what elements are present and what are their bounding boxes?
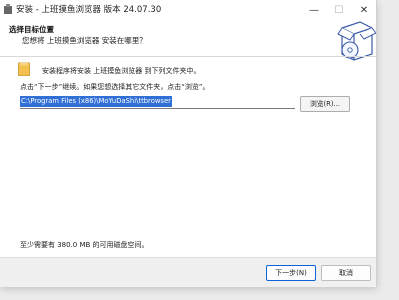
disk-space-text: 至少需要有 380.0 MB 的可用磁盘空间。: [20, 241, 149, 249]
installer-window: 安装 - 上班摸鱼浏览器 版本 24.07.30 — ☐ ✕ 选择目标位置 您想…: [0, 0, 377, 287]
header-divider: [0, 56, 376, 57]
cancel-button[interactable]: 取消: [321, 265, 371, 281]
window-title: 安装 - 上班摸鱼浏览器 版本 24.07.30: [16, 5, 162, 15]
app-icon: [4, 4, 12, 14]
close-icon: ✕: [359, 4, 369, 16]
info-text: 安装程序将安装 上班摸鱼浏览器 到下列文件夹中。: [42, 67, 201, 75]
wizard-header: 选择目标位置 您想将 上班摸鱼浏览器 安装在哪里？: [0, 20, 376, 64]
page-subtitle: 您想将 上班摸鱼浏览器 安装在哪里？: [22, 36, 147, 45]
minimize-icon: —: [309, 4, 319, 16]
page-title: 选择目标位置: [9, 25, 54, 34]
minimize-button[interactable]: —: [302, 0, 326, 20]
title-bar[interactable]: 安装 - 上班摸鱼浏览器 版本 24.07.30 — ☐ ✕: [0, 0, 376, 20]
hint-text: 点击“下一步”继续。如果您想选择其它文件夹，点击“浏览”。: [20, 83, 210, 91]
browse-button[interactable]: 浏览(R)...: [300, 96, 350, 112]
maximize-button[interactable]: ☐: [327, 0, 351, 20]
folder-icon: [18, 62, 30, 76]
wizard-footer: 下一步(N) 取消: [0, 257, 376, 287]
install-path-value: C:\Program Files (x86)\MoYuDaShi\ttbrows…: [20, 96, 172, 107]
close-button[interactable]: ✕: [352, 0, 376, 20]
install-path-input[interactable]: C:\Program Files (x86)\MoYuDaShi\ttbrows…: [20, 96, 295, 109]
next-button[interactable]: 下一步(N): [266, 265, 316, 281]
maximize-icon: ☐: [334, 4, 344, 16]
